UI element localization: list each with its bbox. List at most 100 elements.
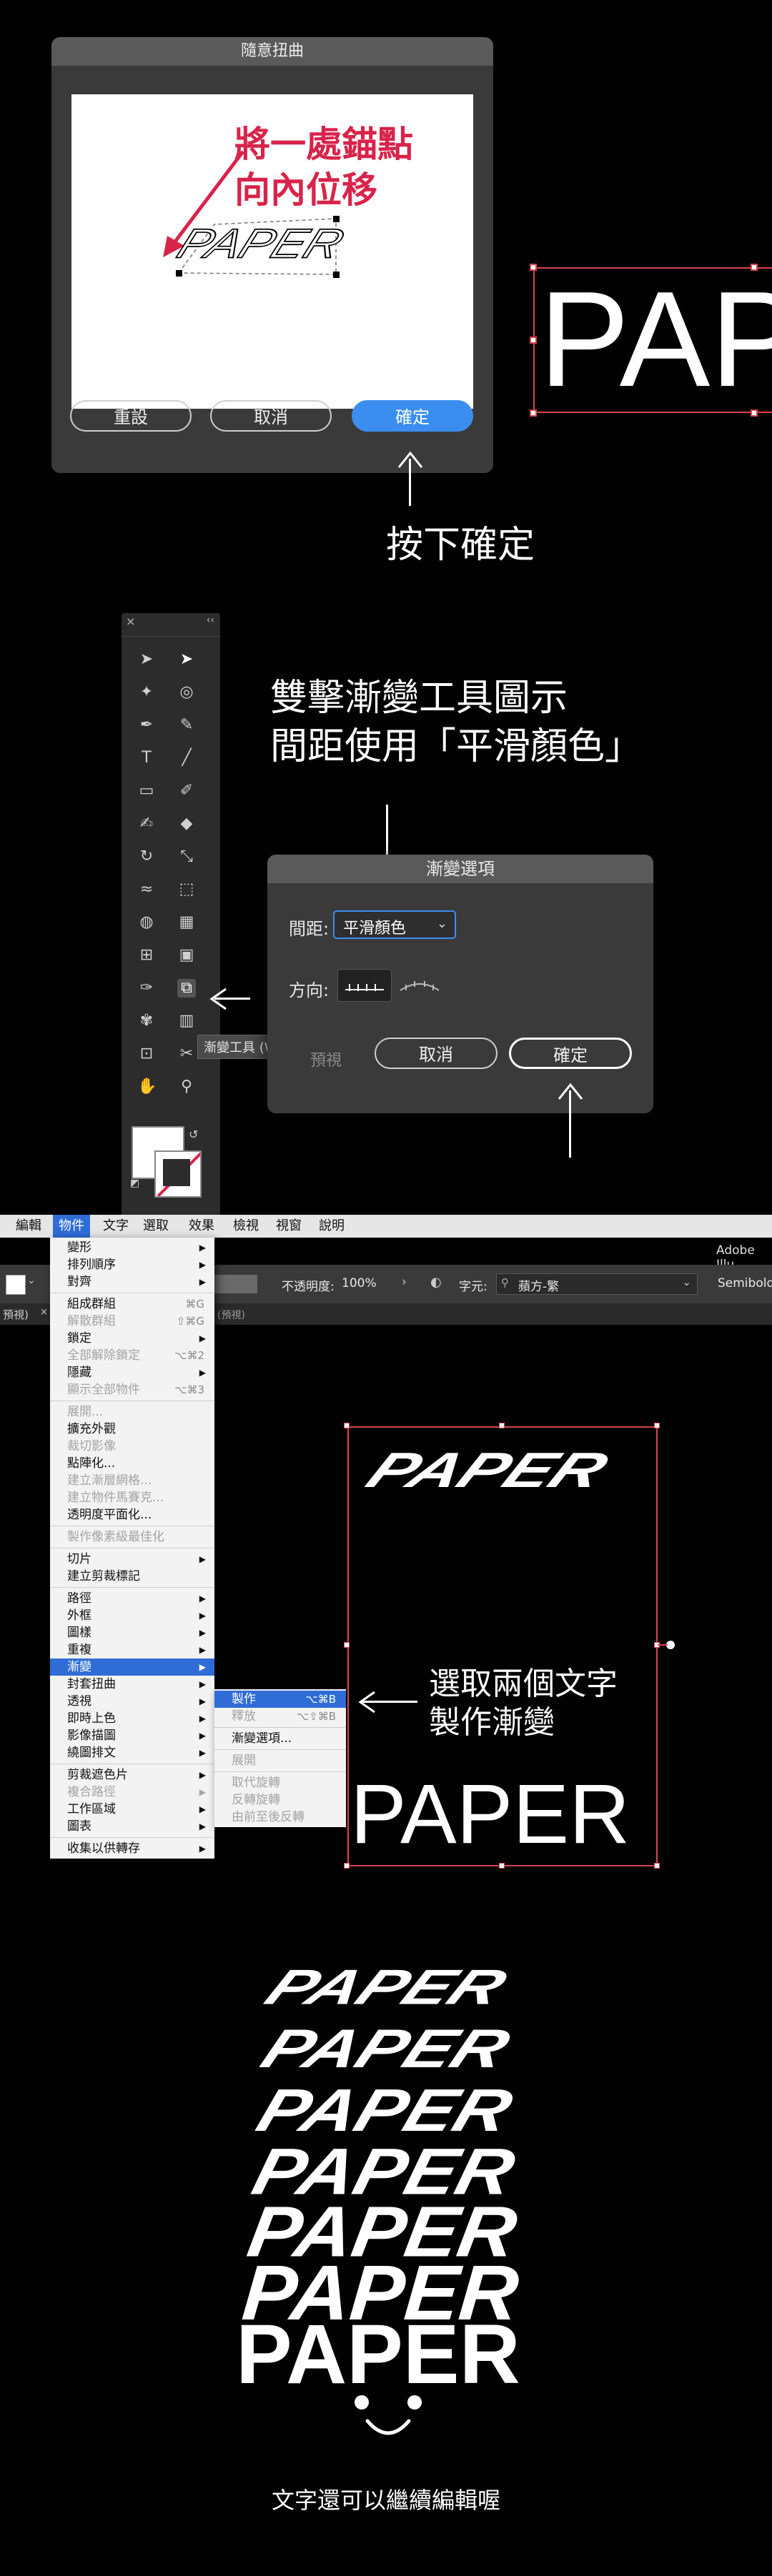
menu-item[interactable]: 建立剪裁標記 xyxy=(50,1568,214,1585)
ok-button[interactable]: 確定 xyxy=(352,400,473,432)
menu-item[interactable]: 點陣化... xyxy=(50,1455,214,1472)
chevron-right-icon[interactable]: › xyxy=(402,1275,407,1289)
menu-item-object[interactable]: 物件 xyxy=(53,1215,90,1238)
menu-item[interactable]: 即時上色 ▶ xyxy=(50,1710,214,1727)
fill-menu-chevron-icon[interactable]: ⌄ xyxy=(27,1275,36,1286)
menu-item[interactable]: 鎖定 ▶ xyxy=(50,1330,214,1347)
perspective-grid-icon[interactable]: ▦ xyxy=(177,913,196,932)
menu-item[interactable]: 剪裁遮色片 ▶ xyxy=(50,1766,214,1784)
align-to-page-icon[interactable] xyxy=(337,969,392,1002)
selection-handle[interactable] xyxy=(530,264,537,271)
width-tool-icon[interactable]: ≈ xyxy=(137,880,156,899)
stroke-swatch[interactable] xyxy=(154,1150,202,1198)
menu-item[interactable]: 重複 ▶ xyxy=(50,1641,214,1659)
menu-item[interactable]: 路徑 ▶ xyxy=(50,1590,214,1607)
slice-tool-icon[interactable]: ✂ xyxy=(177,1045,196,1063)
menu-item[interactable]: 繞圖排文 ▶ xyxy=(50,1744,214,1761)
gradient-tool-icon[interactable]: ▣ xyxy=(177,946,196,965)
stroke-weight-field[interactable] xyxy=(214,1275,257,1293)
swap-colors-icon[interactable]: ↺ xyxy=(189,1128,198,1141)
font-weight-value[interactable]: Semibold xyxy=(718,1276,772,1291)
object-menu: 變形 ▶ 排列順序 ▶ 對齊 ▶ 組成群組 ⌘G 解散群組 ⇧⌘G 鎖定 ▶ 全部解除鎖定 ⌥⌘2 隱藏 ▶ 顯… xyxy=(50,1238,214,1859)
column-graph-icon[interactable]: ▥ xyxy=(177,1012,196,1030)
magic-wand-icon[interactable]: ✦ xyxy=(137,683,156,702)
reset-button[interactable]: 重設 xyxy=(70,400,192,432)
spacing-dropdown[interactable]: 平滑顏色 ⌄ xyxy=(333,910,456,939)
zoom-tool-icon[interactable]: ⚲ xyxy=(177,1078,196,1096)
shaper-tool-icon[interactable]: ✍ xyxy=(137,815,156,833)
menu-item[interactable]: 排列順序 ▶ xyxy=(50,1256,214,1273)
recolor-icon[interactable]: ◐ xyxy=(430,1275,442,1290)
scale-tool-icon[interactable]: ⤡ xyxy=(177,847,196,866)
menu-item[interactable]: 圖樣 ▶ xyxy=(50,1624,214,1641)
align-to-path-icon[interactable] xyxy=(393,969,446,1000)
artboard-tool-icon[interactable]: ⊡ xyxy=(137,1045,156,1063)
default-colors-icon[interactable]: ◩ xyxy=(130,1178,139,1189)
toolbar-expand-icon[interactable]: ‹‹ xyxy=(207,615,214,626)
rectangle-tool-icon[interactable]: ▭ xyxy=(137,782,156,800)
blend-ok-button[interactable]: 確定 xyxy=(509,1038,632,1069)
menu-item-effect[interactable]: 效果 xyxy=(189,1215,214,1238)
menu-item[interactable]: 漸變選項... xyxy=(214,1730,346,1747)
menu-item[interactable]: 製作 ⌥⌘B xyxy=(214,1691,346,1708)
menu-item[interactable]: 收集以供轉存 ▶ xyxy=(50,1840,214,1857)
submenu-arrow-icon: ▶ xyxy=(199,1696,206,1706)
eyedropper-icon[interactable]: ✑ xyxy=(137,979,156,998)
eraser-icon[interactable]: ◆ xyxy=(177,815,196,833)
menu-item[interactable]: 漸變 ▶ xyxy=(50,1659,214,1676)
cancel-button[interactable]: 取消 xyxy=(210,400,332,432)
opacity-value[interactable]: 100% xyxy=(342,1276,377,1291)
lasso-icon[interactable]: ◎ xyxy=(177,683,196,702)
warp-dialog-title: 隨意扭曲 xyxy=(51,37,493,66)
shape-builder-icon[interactable]: ◍ xyxy=(137,913,156,932)
selection-tool-icon[interactable]: ➤ xyxy=(137,650,156,669)
menu-item-help[interactable]: 說明 xyxy=(319,1215,345,1238)
selection-handle[interactable] xyxy=(654,1423,660,1428)
menu-item[interactable]: 變形 ▶ xyxy=(50,1239,214,1256)
menu-item-select[interactable]: 選取 xyxy=(143,1215,169,1238)
blend-tool-icon[interactable]: ⧉ xyxy=(177,979,196,998)
mesh-tool-icon[interactable]: ⊞ xyxy=(137,946,156,965)
selection-handle[interactable] xyxy=(530,409,537,417)
selection-handle[interactable] xyxy=(344,1642,350,1648)
menu-item[interactable]: 影像描圖 ▶ xyxy=(50,1727,214,1744)
free-transform-icon[interactable]: ⬚ xyxy=(177,880,196,899)
pen-tool-icon[interactable]: ✒ xyxy=(137,716,156,735)
menu-item-view[interactable]: 檢視 xyxy=(233,1215,259,1238)
direct-selection-tool-icon[interactable]: ➤ xyxy=(177,650,196,669)
paintbrush-icon[interactable]: ✐ xyxy=(177,782,196,800)
menu-item[interactable]: 擴充外觀 xyxy=(50,1421,214,1438)
font-field[interactable]: ⚲ 蘋方-繁 ⌄ xyxy=(496,1273,698,1295)
tab-label[interactable]: 預視) xyxy=(3,1307,29,1322)
symbol-sprayer-icon[interactable]: ✾ xyxy=(137,1012,156,1030)
preview-label[interactable]: 預視 xyxy=(310,1048,342,1070)
selection-handle[interactable] xyxy=(530,337,537,344)
menu-item-edit[interactable]: 編輯 xyxy=(16,1215,41,1238)
menu-item[interactable]: 圖表 ▶ xyxy=(50,1818,214,1835)
menu-item[interactable]: 切片 ▶ xyxy=(50,1551,214,1568)
selection-handle[interactable] xyxy=(344,1423,350,1428)
toolbar-close-icon[interactable]: × xyxy=(126,615,135,628)
menu-item-type[interactable]: 文字 xyxy=(103,1215,129,1238)
hand-tool-icon[interactable]: ✋ xyxy=(137,1078,157,1096)
menu-item[interactable]: 隱藏 ▶ xyxy=(50,1364,214,1381)
rotate-tool-icon[interactable]: ↻ xyxy=(137,847,156,866)
menu-item[interactable]: 透視 ▶ xyxy=(50,1693,214,1710)
fill-color-icon[interactable] xyxy=(6,1275,26,1295)
blend-cancel-button[interactable]: 取消 xyxy=(375,1038,498,1069)
selection-handle[interactable] xyxy=(499,1423,505,1428)
menu-item-window[interactable]: 視窗 xyxy=(276,1215,302,1238)
menu-item[interactable]: 工作區域 ▶ xyxy=(50,1801,214,1818)
selection-handle[interactable] xyxy=(499,1863,505,1869)
type-tool-icon[interactable]: T xyxy=(137,749,156,767)
menu-item[interactable]: 外框 ▶ xyxy=(50,1607,214,1624)
tab-close-icon[interactable]: × xyxy=(40,1307,48,1318)
curvature-tool-icon[interactable]: ✎ xyxy=(177,716,196,735)
selection-handle[interactable] xyxy=(654,1863,660,1869)
line-tool-icon[interactable]: ╱ xyxy=(177,749,196,767)
menu-item[interactable]: 對齊 ▶ xyxy=(50,1273,214,1291)
menu-item[interactable]: 組成群組 ⌘G xyxy=(50,1296,214,1313)
menu-item[interactable]: 封套扭曲 ▶ xyxy=(50,1676,214,1693)
menu-item[interactable]: 透明度平面化... xyxy=(50,1506,214,1523)
selection-handle[interactable] xyxy=(344,1863,350,1869)
